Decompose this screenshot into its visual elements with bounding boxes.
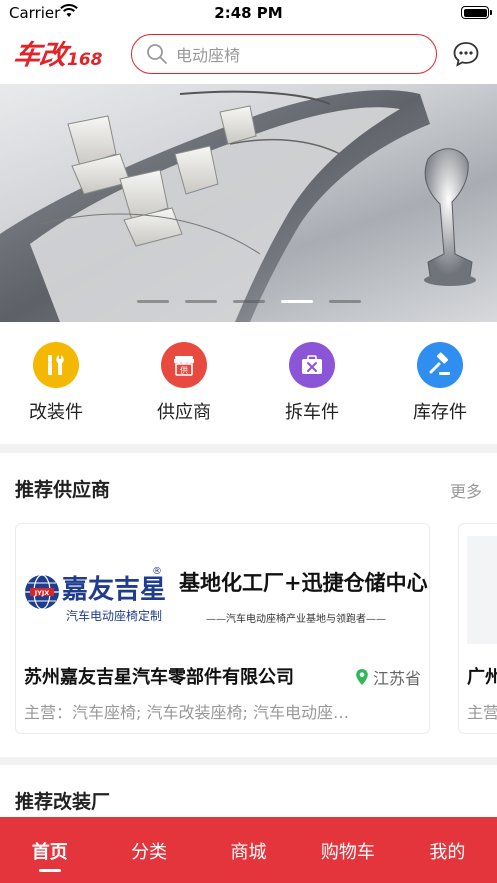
gavel-icon [417,342,463,388]
brand-name: 嘉友吉星 [62,575,166,605]
tab-label: 首页 [31,842,68,863]
store-icon: 供 [161,342,207,388]
tab-label: 分类 [131,842,168,863]
pagination-dot[interactable] [328,300,361,303]
tab-mall[interactable]: 商城 [199,817,298,883]
category-label: 库存件 [413,402,467,423]
top-header: 车改 168 电动座椅 [0,26,497,84]
category-label: 供应商 [157,402,211,423]
tab-label: 我的 [429,842,466,863]
slogan: 基地化工厂+迅捷仓储中心 [179,570,428,595]
app-logo[interactable]: 车改 168 [11,36,103,72]
wrench-icon [33,342,79,388]
statue-emblem [424,148,476,286]
category-label: 改装件 [29,402,83,423]
pagination-dot-active[interactable] [280,300,313,303]
battery-icon [461,6,492,19]
search-placeholder: 电动座椅 [176,46,241,65]
supplier-location: 江苏省 [355,665,421,689]
supplier-name: 苏州嘉友吉星汽车零部件有限公司 [24,667,294,688]
supplier-main-business: 主营：汽车座椅; 汽车改装座椅; 汽车电动座… [24,703,349,722]
search-icon [147,44,167,64]
logo-text: 车改 [11,40,68,71]
banner-car-interior-image [0,90,476,322]
supplier-card[interactable]: JYJX 嘉友吉星 ® 汽车电动座椅定制 基地化工厂+迅捷仓储中心 ——汽车电动… [15,523,430,734]
banner-pagination [0,300,497,304]
category-salvage-parts[interactable]: 拆车件 [262,342,362,424]
promo-banner[interactable] [0,84,497,322]
pagination-dot[interactable] [184,300,217,303]
supplier-card[interactable]: 广州 主营 [458,523,497,734]
bottom-tab-bar: 首页 分类 商城 购物车 我的 [0,817,497,883]
logo-number: 168 [67,50,103,70]
tab-profile[interactable]: 我的 [398,817,497,883]
location-text: 江苏省 [372,669,421,688]
more-link[interactable]: 更多 [450,478,482,502]
recommended-shops-section: 推荐改装厂 [0,765,497,817]
svg-text:®: ® [152,566,162,577]
supplier-banner-image: JYJX 嘉友吉星 ® 汽车电动座椅定制 基地化工厂+迅捷仓储中心 ——汽车电动… [16,524,429,652]
active-tab-indicator [38,869,61,872]
category-grid: 改装件 供 供应商 拆车件 库存件 [0,322,497,444]
message-icon[interactable] [452,40,480,68]
store-glyph: 供 [180,365,188,375]
tab-label: 商城 [230,842,267,863]
tab-category[interactable]: 分类 [99,817,198,883]
slogan-sub: ——汽车电动座椅产业基地与领跑者—— [206,612,386,625]
category-suppliers[interactable]: 供 供应商 [134,342,234,424]
supplier-name: 广州 [467,667,497,688]
section-title: 推荐供应商 [15,479,111,501]
pagination-dot[interactable] [232,300,265,303]
tab-home[interactable]: 首页 [0,817,99,883]
status-bar: Carrier 2:48 PM [0,0,497,26]
location-pin-icon [356,669,368,685]
brand-mark: JYJX [34,589,50,597]
tab-cart[interactable]: 购物车 [298,817,397,883]
clock: 2:48 PM [214,4,283,22]
toolbox-icon [289,342,335,388]
search-input[interactable]: 电动座椅 [131,34,437,74]
app-screen: Carrier 2:48 PM 车改 168 电动座椅 改装件 供 供应商 拆车… [0,0,497,883]
tab-label: 购物车 [320,842,375,863]
recommended-suppliers-section: 推荐供应商 更多 JYJX 嘉友吉星 ® 汽车电动座椅定制 基地化工厂+迅捷仓储… [0,453,497,757]
category-label: 拆车件 [285,402,339,423]
category-modified-parts[interactable]: 改装件 [6,342,106,424]
category-stock-parts[interactable]: 库存件 [390,342,490,424]
brand-sub: 汽车电动座椅定制 [66,608,162,623]
section-title: 推荐改装厂 [15,791,111,813]
supplier-main-business: 主营 [467,703,497,722]
pagination-dot[interactable] [136,300,169,303]
supplier-banner-image [467,536,497,644]
